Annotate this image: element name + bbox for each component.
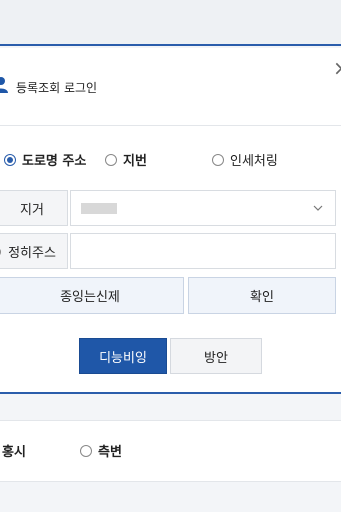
radio-road-address[interactable]: 도로명 주소	[4, 150, 86, 169]
panel-title: 등록조회 로그인	[16, 81, 98, 95]
lower-options: 홍시 측변	[0, 420, 341, 482]
address-row: 정히주스	[0, 233, 341, 269]
search-type-group: 도로명 주소 지번 인세처링	[0, 146, 341, 170]
primary-button[interactable]: 디능비잉	[79, 338, 167, 374]
confirm-button[interactable]: 확인	[188, 277, 336, 314]
radio-off-icon	[80, 444, 92, 457]
radio-off-icon[interactable]	[0, 247, 1, 257]
lower-option-2[interactable]: 측변	[80, 441, 122, 460]
chevron-down-icon	[313, 202, 323, 212]
action-row: 디능비잉 방안	[0, 338, 341, 374]
left-button[interactable]: 종잉는신제	[0, 277, 184, 314]
radio-lot-number[interactable]: 지번	[105, 150, 147, 169]
top-strip	[0, 0, 341, 46]
address-input[interactable]	[70, 233, 336, 269]
user-icon	[0, 76, 8, 94]
lower-option-1[interactable]: 홍시	[2, 441, 26, 460]
radio-off-icon	[105, 153, 117, 166]
radio-off-icon	[212, 153, 224, 166]
region-select[interactable]	[70, 190, 336, 226]
close-icon[interactable]: ×	[333, 58, 341, 78]
radio-other[interactable]: 인세처링	[212, 150, 278, 169]
secondary-button[interactable]: 방안	[170, 338, 262, 374]
select-value-placeholder	[81, 203, 117, 214]
region-row: 지거	[0, 190, 341, 226]
region-label: 지거	[0, 190, 68, 226]
button-row: 종잉는신제 확인	[0, 277, 341, 314]
panel-header: 등록조회 로그인 ×	[0, 48, 341, 126]
login-panel: 등록조회 로그인 × 도로명 주소 지번 인세처링 지거	[0, 48, 341, 394]
radio-on-icon	[4, 153, 16, 166]
address-label: 정히주스	[0, 233, 68, 269]
